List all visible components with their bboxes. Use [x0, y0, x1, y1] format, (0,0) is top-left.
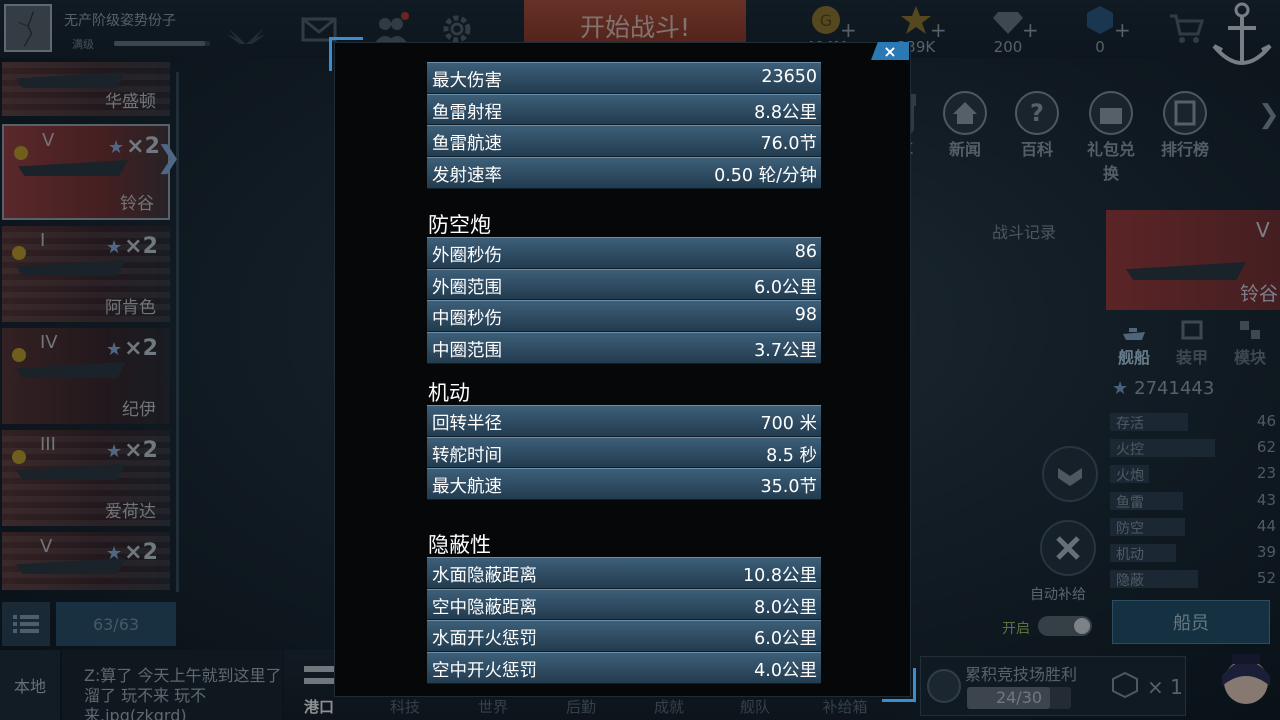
stat-row: 发射速率 0.50 轮/分钟 [427, 157, 821, 189]
stat-value: 35.0节 [760, 477, 817, 498]
stat-value: 3.7公里 [754, 341, 817, 362]
stat-value: 98 [794, 305, 817, 326]
stat-label: 回转半径 [432, 414, 502, 434]
modal-corner-decoration [329, 37, 363, 71]
stat-row: 最大伤害 23650 [427, 62, 821, 94]
stat-label: 最大伤害 [432, 71, 502, 91]
stat-label: 鱼雷射程 [432, 102, 502, 123]
stat-row: 中圈范围 3.7公里 [427, 332, 821, 364]
stat-value: 10.8公里 [743, 566, 817, 586]
stat-value: 4.0公里 [754, 661, 817, 682]
ship-detail-stats[interactable]: 最大伤害 23650 鱼雷射程 8.8公里鱼雷航速 76.0节发射速率 0.50 轮/分钟… [427, 42, 821, 692]
stat-label: 中圈范围 [432, 341, 502, 362]
stat-value: 6.0公里 [754, 629, 817, 650]
stat-label: 空中开火惩罚 [432, 661, 537, 682]
stat-value: 23650 [761, 67, 817, 87]
stat-value: 86 [794, 242, 817, 262]
stat-row: 回转半径 700 米 [427, 405, 821, 437]
stat-row: 最大航速 35.0节 [427, 468, 821, 501]
section-title: 防空炮 [428, 213, 491, 237]
stat-section: 隐蔽性 水面隐蔽距离 10.8公里 空中隐蔽距离 8.0公里 水面开火惩罚 6.0公里 空中开… [427, 527, 821, 684]
stat-section: 防空炮外圈秒伤 86 外圈范围 6.0公里中圈秒伤 98 中圈范围 3.7公里 [427, 207, 821, 364]
stat-value: 8.0公里 [754, 597, 817, 618]
stat-row: 外圈秒伤 86 [427, 237, 821, 269]
stat-value: 700 米 [760, 414, 817, 434]
stat-label: 最大航速 [432, 477, 502, 498]
stat-row: 水面隐蔽距离 10.8公里 [427, 557, 821, 589]
stat-row: 空中隐蔽距离 8.0公里 [427, 588, 821, 621]
stat-label: 发射速率 [432, 166, 502, 187]
stat-value: 0.50 轮/分钟 [714, 166, 817, 187]
stat-section: 最大伤害 23650 鱼雷射程 8.8公里鱼雷航速 76.0节发射速率 0.50 轮/分钟 [427, 42, 821, 189]
section-title [427, 42, 821, 62]
stat-label: 外圈秒伤 [432, 246, 502, 266]
section-title: 隐蔽性 [428, 533, 491, 557]
stat-value: 76.0节 [760, 134, 817, 155]
stat-label: 转舵时间 [432, 445, 502, 466]
game-screen: 无产阶级姿势份子 满级 开始战斗! G + 404M + 339K + 200 … [0, 0, 1280, 720]
stat-row: 转舵时间 8.5 秒 [427, 436, 821, 469]
stat-value: 8.5 秒 [766, 445, 817, 466]
stat-row: 鱼雷航速 76.0节 [427, 125, 821, 158]
section-title: 机动 [428, 381, 470, 405]
stat-row: 水面开火惩罚 6.0公里 [427, 620, 821, 653]
stat-value: 6.0公里 [754, 277, 817, 298]
stat-label: 中圈秒伤 [432, 309, 502, 330]
stat-value: 8.8公里 [754, 102, 817, 123]
stat-row: 鱼雷射程 8.8公里 [427, 93, 821, 126]
stat-row: 空中开火惩罚 4.0公里 [427, 652, 821, 684]
stat-label: 水面隐蔽距离 [432, 566, 537, 586]
stat-section: 机动回转半径 700 米转舵时间 8.5 秒最大航速 35.0节 [427, 375, 821, 501]
stat-label: 外圈范围 [432, 277, 502, 298]
stat-label: 空中隐蔽距离 [432, 597, 537, 618]
modal-corner-decoration [882, 668, 916, 702]
stat-label: 鱼雷航速 [432, 134, 502, 155]
stat-row: 中圈秒伤 98 [427, 300, 821, 333]
stat-row: 外圈范围 6.0公里 [427, 268, 821, 301]
stat-label: 水面开火惩罚 [432, 629, 537, 650]
